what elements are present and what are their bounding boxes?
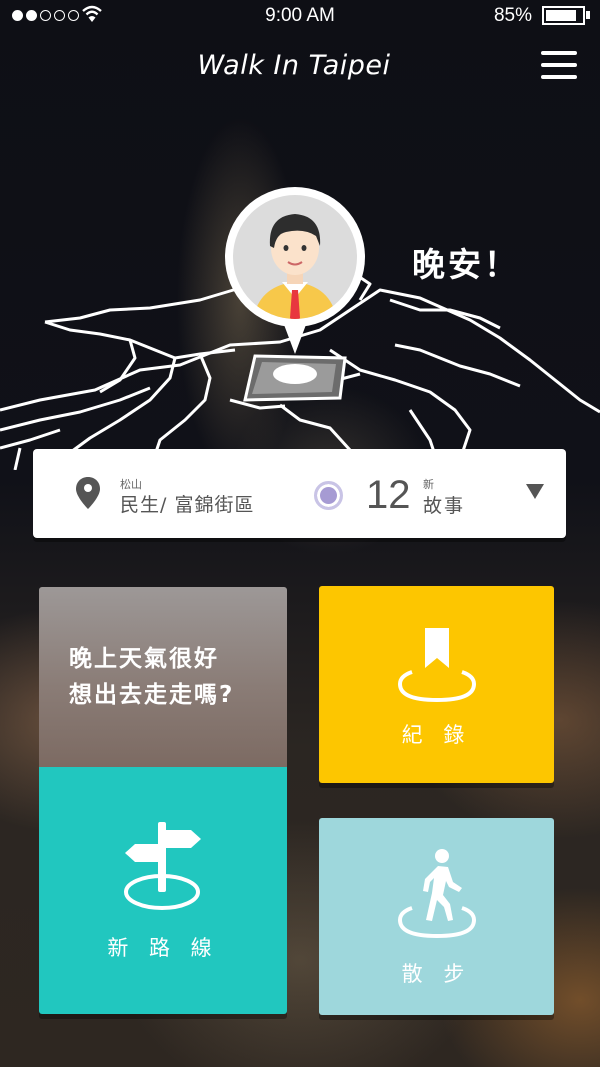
app-title: Walk In Taipei (197, 50, 391, 81)
story-indicator-icon (314, 481, 343, 510)
walk-label: 散 步 (401, 962, 472, 986)
bookmark-icon (398, 628, 476, 703)
greeting-text: 晚安！ (412, 245, 520, 284)
caret-down-icon[interactable] (526, 484, 544, 499)
record-label: 紀 錄 (401, 723, 472, 747)
new-route-button[interactable]: 新 路 線 (39, 767, 287, 1014)
story-count: 12 (366, 473, 411, 517)
area-label: 民生/ 富錦街區 (120, 494, 255, 516)
battery-percent: 85% (493, 5, 532, 26)
battery-icon (542, 6, 585, 25)
walk-button[interactable]: 散 步 (319, 818, 554, 1015)
status-bar: 9:00 AM 85% (0, 0, 600, 32)
location-pin-icon (76, 477, 100, 509)
new-route-label: 新 路 線 (107, 936, 219, 960)
weather-prompt-text: 晚上天氣很好 想出去走走嗎? (69, 641, 234, 713)
story-new-label: 新 (423, 478, 434, 491)
location-card[interactable] (33, 449, 566, 538)
weather-line-1: 晚上天氣很好 (69, 646, 219, 672)
walking-person-icon (398, 849, 476, 939)
record-button[interactable]: 紀 錄 (319, 586, 554, 783)
weather-line-2: 想出去走走嗎? (69, 682, 235, 708)
signpost-icon (124, 822, 201, 910)
story-label: 故事 (423, 495, 466, 517)
battery-nub (586, 11, 590, 19)
user-avatar-icon[interactable] (224, 186, 366, 356)
hamburger-menu-icon[interactable] (541, 51, 577, 79)
